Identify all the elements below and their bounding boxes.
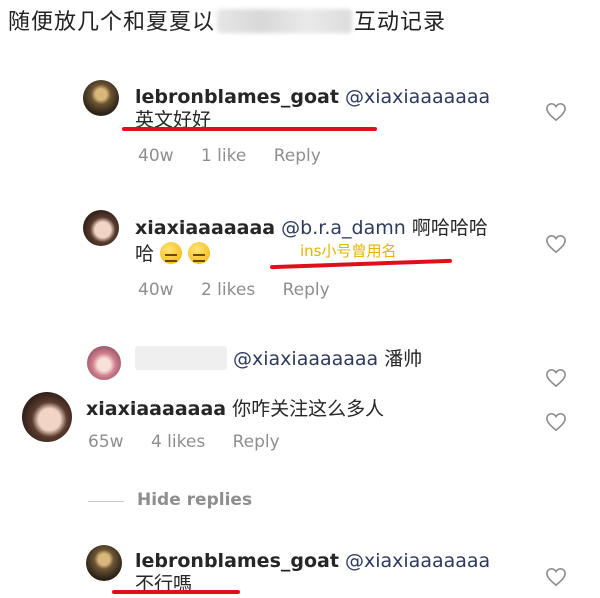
comment-text: 你咋关注这么多人 xyxy=(232,398,385,420)
heart-icon[interactable] xyxy=(545,412,567,432)
divider xyxy=(88,501,124,502)
red-underline xyxy=(122,127,377,131)
likes-count[interactable]: 2 likes xyxy=(201,280,255,300)
reply-button[interactable]: Reply xyxy=(283,280,330,300)
reply-button[interactable]: Reply xyxy=(274,146,321,166)
mention[interactable]: @xiaxiaaaaaaa xyxy=(233,348,378,370)
comment-line: lebronblames_goat @xiaxiaaaaaaa xyxy=(135,549,490,573)
comment-age: 40w xyxy=(138,280,174,300)
comment-age: 40w xyxy=(138,146,174,166)
avatar[interactable] xyxy=(87,346,121,380)
emoji-icon xyxy=(188,242,211,264)
title-text-start: 随便放几个和夏夏以 xyxy=(8,10,216,35)
comment-meta: 65w 4 likes Reply xyxy=(88,432,302,452)
heart-icon[interactable] xyxy=(545,368,567,388)
comment-line: lebronblames_goat @xiaxiaaaaaaa xyxy=(135,85,490,109)
avatar[interactable] xyxy=(83,80,119,116)
comment-text: 哈 xyxy=(135,243,155,265)
avatar[interactable] xyxy=(22,392,72,442)
comment-line: @xiaxiaaaaaaa 潘帅 xyxy=(233,347,422,371)
comment-text: 潘帅 xyxy=(384,348,423,370)
comment-line: xiaxiaaaaaaa 你咋关注这么多人 xyxy=(86,397,384,421)
likes-count[interactable]: 1 like xyxy=(201,146,246,166)
mention[interactable]: @xiaxiaaaaaaa xyxy=(345,550,490,572)
username[interactable]: lebronblames_goat xyxy=(135,550,339,572)
annotation-label: ins小号曾用名 xyxy=(300,242,397,260)
comment-line: xiaxiaaaaaaa @b.r.a_damn 啊哈哈哈 xyxy=(135,216,488,240)
red-underline xyxy=(112,590,240,594)
username[interactable]: lebronblames_goat xyxy=(135,86,339,108)
blurred-username xyxy=(135,346,227,370)
comment-line: 哈 xyxy=(135,242,211,266)
page-title: 随便放几个和夏夏以 互动记录 xyxy=(8,4,446,36)
mention[interactable]: @xiaxiaaaaaaa xyxy=(345,86,490,108)
heart-icon[interactable] xyxy=(545,234,567,254)
blurred-name xyxy=(217,9,353,33)
username[interactable]: xiaxiaaaaaaa xyxy=(86,398,226,420)
heart-icon[interactable] xyxy=(545,567,567,587)
hide-replies-button[interactable]: Hide replies xyxy=(137,490,252,510)
mention[interactable]: @b.r.a_damn xyxy=(281,217,406,239)
title-text-end: 互动记录 xyxy=(354,10,447,35)
avatar[interactable] xyxy=(83,210,119,246)
comment-text: 啊哈哈哈 xyxy=(411,217,488,239)
comment-age: 65w xyxy=(88,432,124,452)
comment-meta: 40w 2 likes Reply xyxy=(138,280,352,300)
comment-meta: 40w 1 like Reply xyxy=(138,146,343,166)
heart-icon[interactable] xyxy=(545,102,567,122)
likes-count[interactable]: 4 likes xyxy=(151,432,205,452)
username[interactable]: xiaxiaaaaaaa xyxy=(135,217,275,239)
avatar[interactable] xyxy=(86,545,122,581)
emoji-icon xyxy=(160,242,183,264)
reply-button[interactable]: Reply xyxy=(233,432,280,452)
